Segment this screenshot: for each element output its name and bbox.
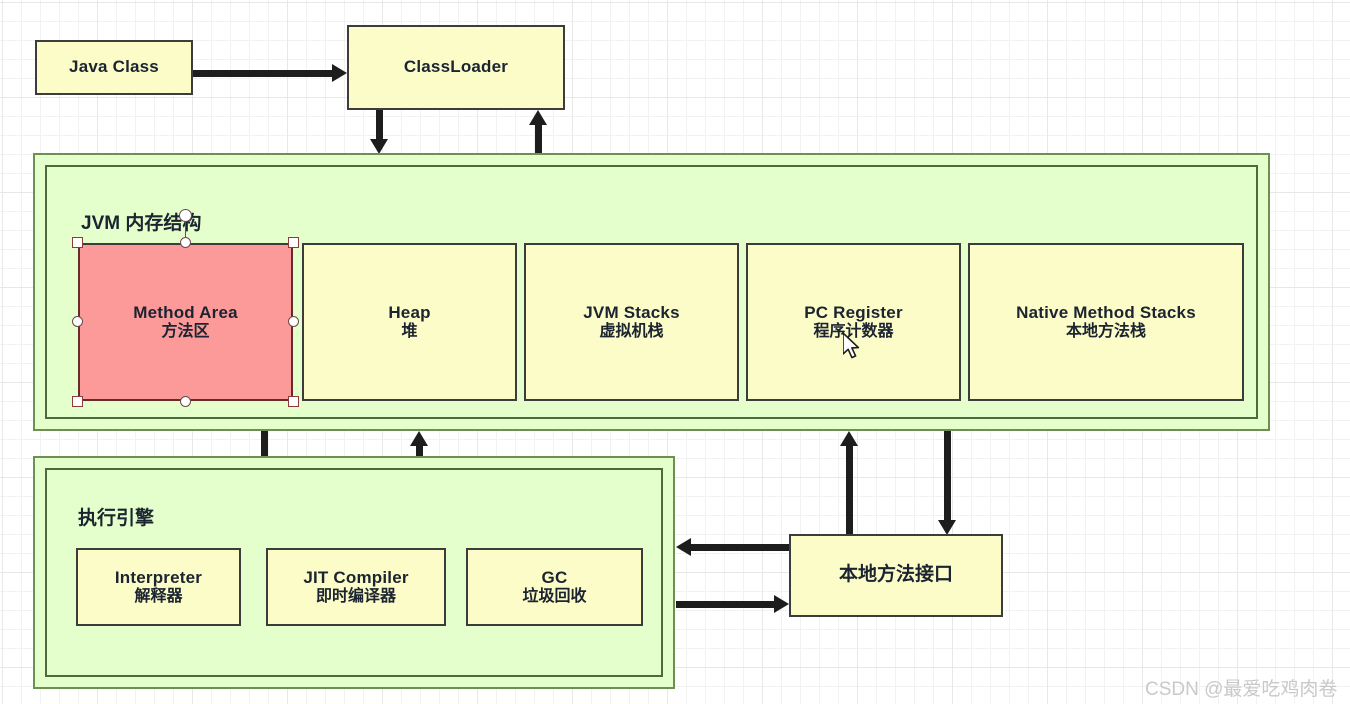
node-pc-register[interactable]: PC Register 程序计数器 [746, 243, 961, 401]
watermark: CSDN @最爱吃鸡肉卷 [1145, 679, 1338, 700]
node-jit-compiler[interactable]: JIT Compiler 即时编译器 [266, 548, 446, 626]
region-execution-engine-inner: 执行引擎 Interpreter 解释器 JIT Compiler 即时编译器 … [45, 468, 663, 677]
node-jvm-stacks-label-cn: 虚拟机栈 [599, 322, 664, 340]
region-jvm-memory[interactable]: JVM 内存结构 Method Area 方法区 Heap 堆 JVM Stac… [33, 153, 1270, 431]
region-execution-engine-title: 执行引擎 [78, 508, 155, 529]
node-native-method-stacks[interactable]: Native Method Stacks 本地方法栈 [968, 243, 1244, 401]
node-method-area[interactable]: Method Area 方法区 [78, 243, 293, 401]
node-pc-register-label-en: PC Register [804, 302, 903, 322]
node-jit-compiler-label-en: JIT Compiler [303, 567, 409, 587]
node-java-class[interactable]: Java Class [35, 40, 193, 95]
node-java-class-label: Java Class [69, 57, 159, 77]
node-native-method-interface-label: 本地方法接口 [838, 564, 953, 586]
arrow-exec-engine-to-native-interface [676, 595, 789, 613]
arrow-native-interface-to-exec-engine [676, 538, 789, 556]
node-interpreter[interactable]: Interpreter 解释器 [76, 548, 241, 626]
region-jvm-memory-title: JVM 内存结构 [81, 213, 202, 234]
arrow-jvm-memory-to-native-interface [938, 431, 956, 535]
node-jvm-stacks[interactable]: JVM Stacks 虚拟机栈 [524, 243, 739, 401]
node-method-area-label-cn: 方法区 [161, 322, 210, 340]
node-interpreter-label-en: Interpreter [114, 567, 203, 587]
region-jvm-memory-inner: JVM 内存结构 Method Area 方法区 Heap 堆 JVM Stac… [45, 165, 1258, 419]
node-method-area-label-en: Method Area [133, 302, 238, 322]
arrow-classloader-to-jvm-memory [370, 110, 388, 154]
arrow-java-class-to-classloader [193, 64, 347, 82]
node-gc-label-en: GC [541, 567, 568, 587]
diagram-canvas[interactable]: Java Class ClassLoader JVM 内存结构 Method A… [0, 0, 1350, 704]
node-heap[interactable]: Heap 堆 [302, 243, 517, 401]
node-native-method-interface[interactable]: 本地方法接口 [789, 534, 1003, 617]
mouse-cursor [842, 332, 865, 368]
node-heap-label-cn: 堆 [401, 322, 418, 340]
arrow-jvm-memory-to-classloader [529, 110, 547, 154]
node-jvm-stacks-label-en: JVM Stacks [583, 302, 680, 322]
arrow-native-interface-to-jvm-memory [840, 431, 858, 535]
node-gc-label-cn: 垃圾回收 [522, 587, 587, 605]
node-class-loader-label: ClassLoader [403, 57, 509, 77]
node-heap-label-en: Heap [388, 302, 431, 322]
region-execution-engine[interactable]: 执行引擎 Interpreter 解释器 JIT Compiler 即时编译器 … [33, 456, 675, 689]
node-jit-compiler-label-cn: 即时编译器 [315, 587, 396, 605]
node-interpreter-label-cn: 解释器 [134, 587, 183, 605]
node-native-method-stacks-label-cn: 本地方法栈 [1065, 322, 1146, 340]
node-native-method-stacks-label-en: Native Method Stacks [1016, 302, 1196, 322]
node-class-loader[interactable]: ClassLoader [347, 25, 565, 110]
node-gc[interactable]: GC 垃圾回收 [466, 548, 643, 626]
